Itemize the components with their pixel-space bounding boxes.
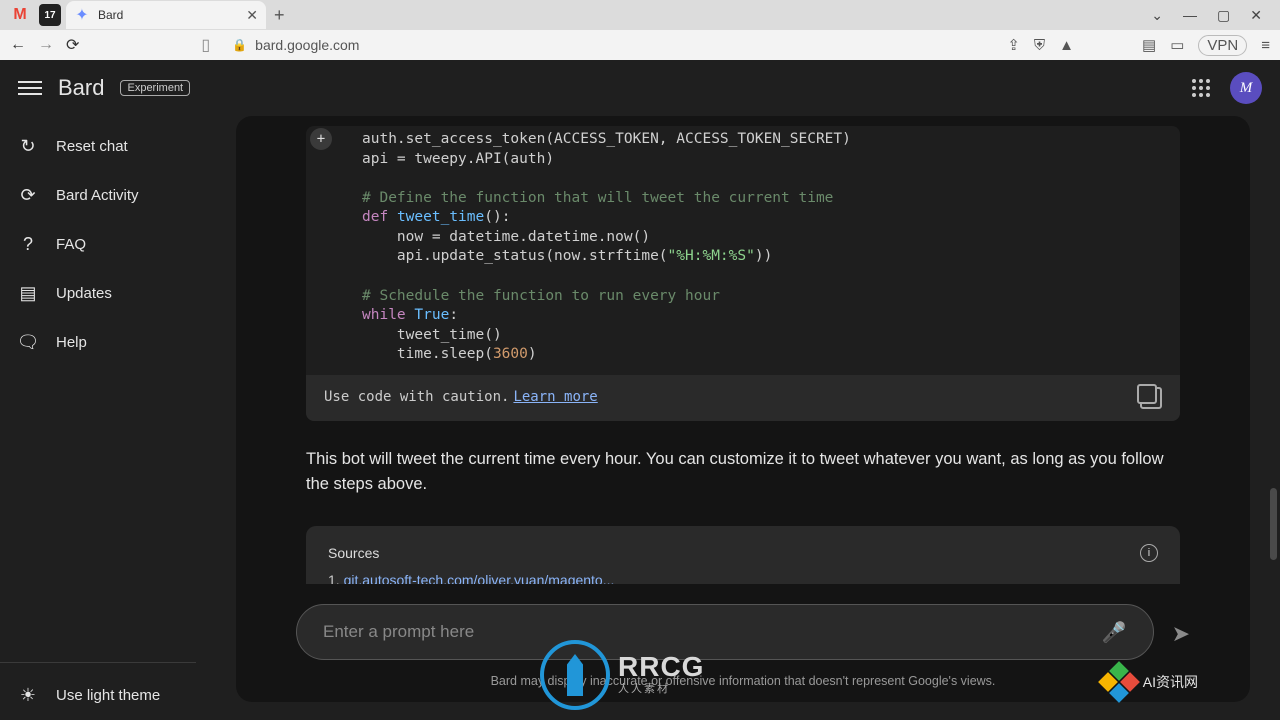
active-tab[interactable]: ✦ Bard ✕ [66, 1, 266, 29]
caution-text: Use code with caution. [324, 388, 509, 407]
response-text: This bot will tweet the current time eve… [306, 447, 1180, 497]
bard-favicon-icon: ✦ [74, 7, 90, 23]
window-minimize-icon[interactable]: — [1183, 7, 1197, 24]
gmail-tab-icon[interactable]: M [6, 1, 34, 29]
browser-toolbar: ← → ⟳ ▯ 🔒 bard.google.com ⇪ ⛨ ▲ ▤ ▭ VPN … [0, 30, 1280, 60]
prompt-input[interactable]: Enter a prompt here 🎤 [296, 604, 1154, 660]
reload-button[interactable]: ⟳ [66, 35, 79, 55]
brand-name: Bard [58, 75, 104, 101]
sidebar-item-label: Reset chat [56, 138, 128, 155]
back-button[interactable]: ← [10, 36, 26, 54]
window-dropdown-icon[interactable]: ⌄ [1151, 7, 1163, 24]
ai-logo-icon [1101, 664, 1137, 700]
sun-icon: ☀ [18, 685, 38, 706]
hamburger-menu-icon[interactable] [18, 76, 42, 100]
experiment-badge: Experiment [120, 80, 190, 96]
brave-shield-icon[interactable]: ⛨ [1034, 37, 1045, 54]
window-maximize-icon[interactable]: ▢ [1217, 7, 1230, 24]
scrollbar-thumb[interactable] [1270, 488, 1277, 560]
input-row: Enter a prompt here 🎤 ➤ [296, 604, 1190, 660]
browser-menu-icon[interactable]: ≡ [1261, 37, 1270, 54]
content-scroll[interactable]: + auth.set_access_token(ACCESS_TOKEN, AC… [236, 116, 1250, 584]
app-header: Bard Experiment M [0, 60, 1280, 116]
code-expand-icon[interactable]: + [310, 128, 332, 150]
user-avatar[interactable]: M [1230, 72, 1262, 104]
tab-strip: M 17 ✦ Bard ✕ + ⌄ — ▢ ✕ [0, 0, 1280, 30]
brave-rewards-icon[interactable]: ▲ [1059, 37, 1074, 54]
tab-title: Bard [98, 8, 238, 22]
source-link[interactable]: git.autosoft-tech.com/oliver.yuan/magent… [344, 572, 615, 584]
source-number: 1. [328, 572, 340, 584]
toolbar-right: ⇪ ⛨ ▲ ▤ ▭ VPN ≡ [1007, 35, 1270, 56]
content-card: + auth.set_access_token(ACCESS_TOKEN, AC… [236, 116, 1250, 702]
bard-app: Bard Experiment M ↻ Reset chat ⟳ Bard Ac… [0, 60, 1280, 720]
rrcg-logo-icon [540, 640, 610, 710]
tv-icon: 17 [39, 4, 61, 26]
ai-text: AI资讯网 [1143, 672, 1198, 692]
sidebar-item-label: Updates [56, 285, 112, 302]
activity-icon: ⟳ [18, 185, 38, 206]
vpn-button[interactable]: VPN [1198, 35, 1247, 56]
sidebar-item-label: FAQ [56, 236, 86, 253]
reset-icon: ↻ [18, 136, 38, 157]
code-content: auth.set_access_token(ACCESS_TOKEN, ACCE… [306, 126, 1180, 375]
sources-info-icon[interactable]: i [1140, 544, 1158, 562]
code-block: + auth.set_access_token(ACCESS_TOKEN, AC… [306, 126, 1180, 421]
tradingview-tab-icon[interactable]: 17 [36, 1, 64, 29]
sidebar-updates[interactable]: ▤ Updates [0, 269, 236, 318]
faq-icon: ? [18, 234, 38, 255]
help-icon: 🗨 [18, 332, 38, 353]
sidebar-help[interactable]: 🗨 Help [0, 318, 236, 367]
header-right: M [1192, 72, 1262, 104]
share-icon[interactable]: ⇪ [1007, 36, 1020, 54]
copy-code-icon[interactable] [1140, 387, 1162, 409]
sidebar-item-label: Help [56, 334, 87, 351]
source-item: 1. git.autosoft-tech.com/oliver.yuan/mag… [328, 572, 1158, 584]
bookmark-icon[interactable]: ▯ [201, 35, 210, 55]
sidebar-divider [0, 662, 196, 663]
gmail-icon: M [13, 6, 26, 24]
theme-label: Use light theme [56, 687, 160, 704]
learn-more-link[interactable]: Learn more [513, 388, 597, 407]
sidebar-bard-activity[interactable]: ⟳ Bard Activity [0, 171, 236, 220]
sidebar: ↻ Reset chat ⟳ Bard Activity ? FAQ ▤ Upd… [0, 116, 236, 720]
window-close-icon[interactable]: ✕ [1250, 7, 1262, 24]
url-text: bard.google.com [255, 37, 359, 53]
browser-chrome: M 17 ✦ Bard ✕ + ⌄ — ▢ ✕ ← → ⟳ ▯ 🔒 bard.g… [0, 0, 1280, 60]
sidebar-faq[interactable]: ? FAQ [0, 220, 236, 269]
send-button-icon[interactable]: ➤ [1172, 621, 1190, 647]
code-caution-bar: Use code with caution. Learn more [306, 375, 1180, 421]
sidebar-reset-chat[interactable]: ↻ Reset chat [0, 122, 236, 171]
google-apps-icon[interactable] [1192, 79, 1210, 97]
app-body: ↻ Reset chat ⟳ Bard Activity ? FAQ ▤ Upd… [0, 116, 1280, 720]
lock-icon: 🔒 [232, 38, 247, 52]
prompt-placeholder: Enter a prompt here [323, 622, 1102, 642]
mic-icon[interactable]: 🎤 [1102, 620, 1127, 645]
sidebar-item-label: Bard Activity [56, 187, 139, 204]
sources-title: Sources [328, 545, 379, 561]
forward-button[interactable]: → [38, 36, 54, 54]
sources-card: Sources i 1. git.autosoft-tech.com/olive… [306, 526, 1180, 584]
tab-close-icon[interactable]: ✕ [246, 7, 258, 24]
updates-icon: ▤ [18, 283, 38, 304]
rrcg-text: RRCG [618, 654, 704, 679]
watermark-rrcg: RRCG 人人素材 [540, 640, 704, 710]
address-bar[interactable]: 🔒 bard.google.com [232, 37, 359, 53]
sidepanel-icon[interactable]: ▤ [1142, 36, 1156, 54]
wallet-icon[interactable]: ▭ [1170, 36, 1184, 54]
sources-header: Sources i [328, 544, 1158, 562]
sidebar-items: ↻ Reset chat ⟳ Bard Activity ? FAQ ▤ Upd… [0, 122, 236, 654]
window-controls: ⌄ — ▢ ✕ [1151, 7, 1280, 24]
watermark-ai: AI资讯网 [1101, 664, 1198, 700]
theme-toggle[interactable]: ☀ Use light theme [0, 671, 236, 720]
main-content: + auth.set_access_token(ACCESS_TOKEN, AC… [236, 116, 1280, 720]
new-tab-button[interactable]: + [274, 5, 285, 26]
